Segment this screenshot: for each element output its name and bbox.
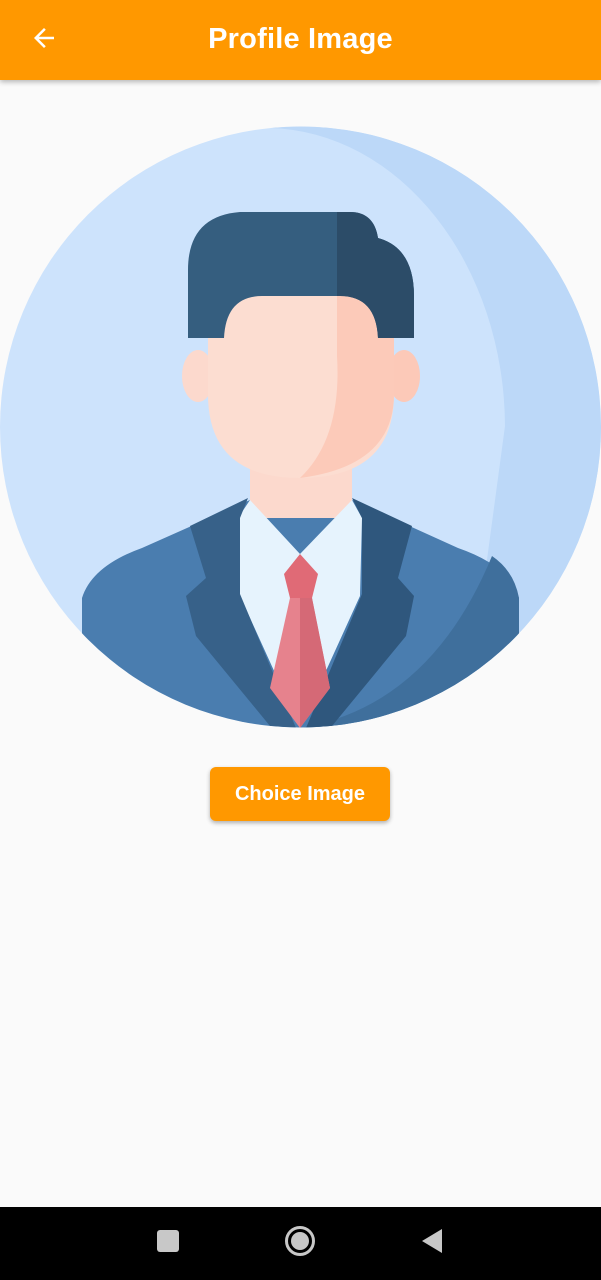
square-icon	[156, 1229, 180, 1258]
profile-avatar	[0, 126, 601, 728]
circle-home-icon	[284, 1225, 316, 1262]
app-bar: Profile Image	[0, 0, 601, 80]
home-button[interactable]	[270, 1207, 330, 1280]
screen: Profile Image Choice Image	[0, 0, 601, 1280]
businessman-avatar-icon	[0, 126, 601, 728]
system-back-button[interactable]	[402, 1207, 462, 1280]
page-title: Profile Image	[208, 23, 393, 55]
triangle-back-icon	[420, 1228, 444, 1259]
system-navigation-bar	[0, 1207, 601, 1280]
choice-image-button[interactable]: Choice Image	[210, 767, 390, 821]
recents-button[interactable]	[138, 1207, 198, 1280]
